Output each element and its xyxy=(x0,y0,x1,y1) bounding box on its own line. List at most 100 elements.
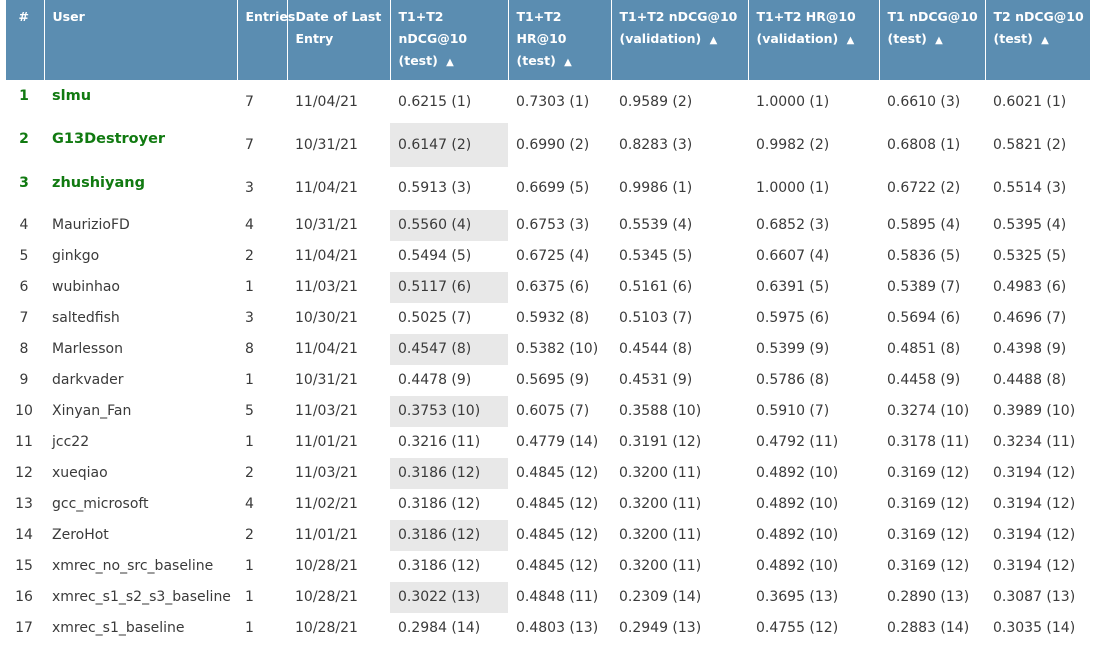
header-label: Entries xyxy=(245,9,296,24)
entries-cell: 5 xyxy=(245,403,254,420)
user-cell: xmrec_s1_baseline xyxy=(52,620,185,637)
header-t2-ndcg-test[interactable]: T2 nDCG@10 (test) ▲ xyxy=(985,0,1090,80)
entries-cell: 3 xyxy=(245,310,254,327)
entries-cell: 1 xyxy=(245,279,254,296)
date-cell: 11/01/21 xyxy=(295,434,358,451)
rank-cell: 10 xyxy=(15,403,33,420)
rank-cell: 6 xyxy=(19,279,29,296)
t1t2-ndcg-validation-cell: 0.9589 (2) xyxy=(619,93,693,110)
header-label: # xyxy=(18,9,29,24)
t1t2-ndcg-test-cell: 0.2984 (14) xyxy=(398,620,481,637)
t2-ndcg-test-cell: 0.4983 (6) xyxy=(993,279,1067,296)
t1t2-ndcg-test-cell: 0.4547 (8) xyxy=(390,333,508,365)
t1t2-ndcg-test-cell: 0.6147 (2) xyxy=(390,123,508,167)
user-cell: xueqiao xyxy=(52,465,108,482)
t1t2-hr-test-cell: 0.5382 (10) xyxy=(516,341,599,358)
leaderboard-table: # User Entries Date of Last Entry T1+T2 … xyxy=(6,0,1090,644)
t1t2-ndcg-validation-cell: 0.5345 (5) xyxy=(619,248,693,265)
t1t2-hr-validation-cell: 0.4892 (10) xyxy=(756,527,839,544)
user-cell: Marlesson xyxy=(52,341,123,358)
header-label: T1+T2 HR@10 (validation) xyxy=(756,9,856,46)
rank-cell: 5 xyxy=(19,248,29,265)
user-cell: Xinyan_Fan xyxy=(52,403,132,420)
t1-ndcg-test-cell: 0.3169 (12) xyxy=(887,558,970,575)
rank-cell: 9 xyxy=(19,372,29,389)
sort-up-icon[interactable]: ▲ xyxy=(564,52,572,74)
t1-ndcg-test-cell: 0.6808 (1) xyxy=(887,136,961,153)
header-entries[interactable]: Entries xyxy=(237,0,295,80)
date-cell: 10/31/21 xyxy=(295,217,358,234)
t1t2-ndcg-validation-cell: 0.5539 (4) xyxy=(619,217,693,234)
t1t2-ndcg-test-cell: 0.3186 (12) xyxy=(398,496,481,513)
sort-up-icon[interactable]: ▲ xyxy=(1041,30,1049,52)
entries-cell: 2 xyxy=(245,465,254,482)
t1t2-hr-validation-cell: 0.4892 (10) xyxy=(756,558,839,575)
t2-ndcg-test-cell: 0.5395 (4) xyxy=(993,217,1067,234)
table-row: 1 slmu 7 11/04/21 0.6215 (1) 0.7303 (1) 0.9589… xyxy=(6,80,1090,123)
rank-cell: 8 xyxy=(19,341,29,358)
table-row: 3 zhushiyang 3 11/04/21 0.5913 (3) 0.6699 (5)… xyxy=(6,167,1090,210)
t2-ndcg-test-cell: 0.3194 (12) xyxy=(993,558,1076,575)
date-cell: 10/31/21 xyxy=(295,372,358,389)
t1t2-ndcg-validation-cell: 0.2309 (14) xyxy=(619,589,702,606)
t1t2-ndcg-validation-cell: 0.8283 (3) xyxy=(619,136,693,153)
t2-ndcg-test-cell: 0.4488 (8) xyxy=(993,372,1067,389)
sort-up-icon[interactable]: ▲ xyxy=(710,30,718,52)
t2-ndcg-test-cell: 0.3194 (12) xyxy=(993,527,1076,544)
t1t2-ndcg-test-cell: 0.3753 (10) xyxy=(390,395,508,427)
t1t2-ndcg-validation-cell: 0.2949 (13) xyxy=(619,620,702,637)
t1t2-hr-test-cell: 0.4845 (12) xyxy=(516,465,599,482)
header-t1t2-hr-validation[interactable]: T1+T2 HR@10 (validation) ▲ xyxy=(748,0,880,80)
t1t2-hr-test-cell: 0.4845 (12) xyxy=(516,496,599,513)
entries-cell: 2 xyxy=(245,527,254,544)
header-date[interactable]: Date of Last Entry xyxy=(287,0,391,80)
sort-up-icon[interactable]: ▲ xyxy=(935,30,943,52)
table-row: 11 jcc22 1 11/01/21 0.3216 (11) 0.4779 (14) 0.… xyxy=(6,427,1090,458)
date-cell: 10/28/21 xyxy=(295,620,358,637)
t2-ndcg-test-cell: 0.5325 (5) xyxy=(993,248,1067,265)
header-label: T1+T2 HR@10 (test) xyxy=(516,9,567,68)
header-t1t2-ndcg-test[interactable]: T1+T2 nDCG@10 (test) ▲ xyxy=(390,0,509,80)
date-cell: 10/28/21 xyxy=(295,589,358,606)
t1t2-ndcg-validation-cell: 0.5161 (6) xyxy=(619,279,693,296)
date-cell: 11/04/21 xyxy=(295,180,358,197)
rank-cell: 17 xyxy=(15,620,33,637)
header-rank[interactable]: # xyxy=(6,0,45,80)
t1t2-ndcg-test-cell: 0.5913 (3) xyxy=(398,180,472,197)
table-row: 6 wubinhao 1 11/03/21 0.5117 (6) 0.6375 (6) 0.… xyxy=(6,271,1090,303)
t1-ndcg-test-cell: 0.6610 (3) xyxy=(887,93,961,110)
date-cell: 11/03/21 xyxy=(295,403,358,420)
t1t2-ndcg-test-cell: 0.3022 (13) xyxy=(390,581,508,613)
t1-ndcg-test-cell: 0.3274 (10) xyxy=(887,403,970,420)
sort-up-icon[interactable]: ▲ xyxy=(847,30,855,52)
t2-ndcg-test-cell: 0.3194 (12) xyxy=(993,465,1076,482)
rank-cell: 14 xyxy=(15,527,33,544)
header-t1-ndcg-test[interactable]: T1 nDCG@10 (test) ▲ xyxy=(879,0,986,80)
t1t2-hr-validation-cell: 0.5975 (6) xyxy=(756,310,830,327)
t2-ndcg-test-cell: 0.3234 (11) xyxy=(993,434,1076,451)
t1t2-hr-test-cell: 0.6753 (3) xyxy=(516,217,590,234)
t1-ndcg-test-cell: 0.5895 (4) xyxy=(887,217,961,234)
user-cell: darkvader xyxy=(52,372,124,389)
t1t2-ndcg-validation-cell: 0.3191 (12) xyxy=(619,434,702,451)
entries-cell: 8 xyxy=(245,341,254,358)
t2-ndcg-test-cell: 0.3989 (10) xyxy=(993,403,1076,420)
leaderboard: # User Entries Date of Last Entry T1+T2 … xyxy=(6,0,1090,644)
date-cell: 11/04/21 xyxy=(295,248,358,265)
rank-cell: 1 xyxy=(19,88,29,104)
sort-up-icon[interactable]: ▲ xyxy=(446,52,454,74)
t1t2-hr-test-cell: 0.6990 (2) xyxy=(516,136,590,153)
user-cell: xmrec_no_src_baseline xyxy=(52,558,214,575)
t1-ndcg-test-cell: 0.5694 (6) xyxy=(887,310,961,327)
header-user[interactable]: User xyxy=(44,0,238,80)
table-row: 9 darkvader 1 10/31/21 0.4478 (9) 0.5695 (9) 0… xyxy=(6,365,1090,396)
header-label: T1+T2 nDCG@10 (test) xyxy=(398,9,468,68)
t2-ndcg-test-cell: 0.6021 (1) xyxy=(993,93,1067,110)
table-row: 8 Marlesson 8 11/04/21 0.4547 (8) 0.5382 (10)… xyxy=(6,333,1090,365)
header-t1t2-ndcg-validation[interactable]: T1+T2 nDCG@10 (validation) ▲ xyxy=(611,0,749,80)
entries-cell: 1 xyxy=(245,434,254,451)
table-row: 13 gcc_microsoft 4 11/02/21 0.3186 (12) 0.484… xyxy=(6,489,1090,520)
rank-cell: 7 xyxy=(19,310,29,327)
table-row: 4 MaurizioFD 4 10/31/21 0.5560 (4) 0.6753 (3)… xyxy=(6,209,1090,241)
header-t1t2-hr-test[interactable]: T1+T2 HR@10 (test) ▲ xyxy=(508,0,612,80)
